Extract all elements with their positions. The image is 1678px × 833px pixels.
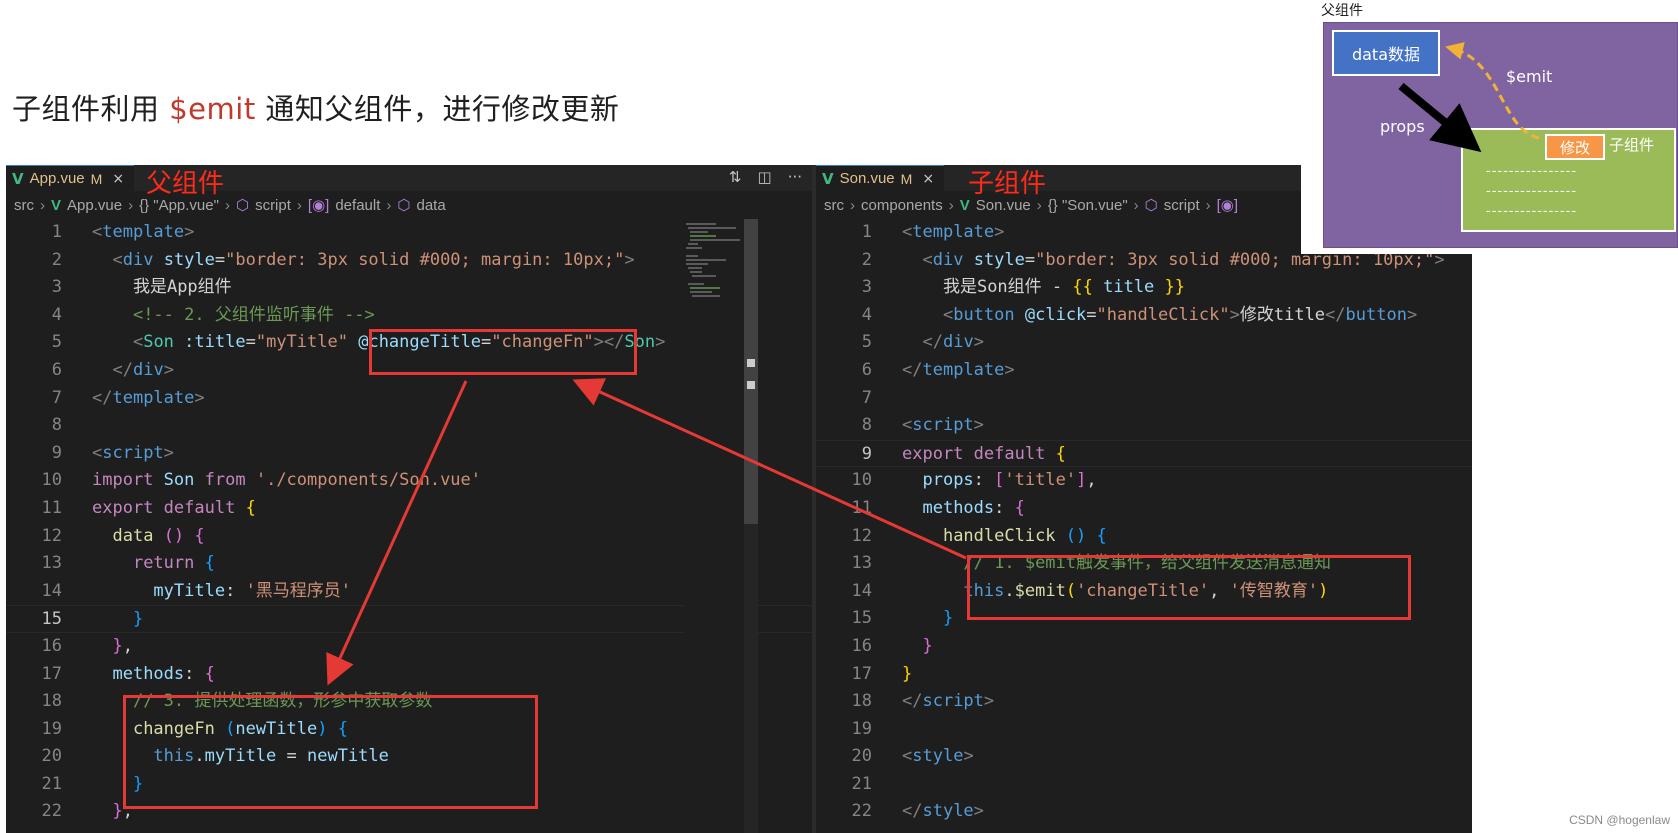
props-arrow	[1398, 82, 1482, 153]
diagram-arrows	[1398, 42, 1540, 153]
component-diagram: 父组件 data数据 修改 子组件 ---------------- -----…	[1301, 0, 1678, 254]
arrow-emit-to-listener	[572, 378, 967, 560]
emit-arrow	[1445, 42, 1540, 140]
arrow-listener-to-handler	[326, 380, 468, 686]
watermark: CSDN @hogenlaw	[1569, 813, 1670, 827]
